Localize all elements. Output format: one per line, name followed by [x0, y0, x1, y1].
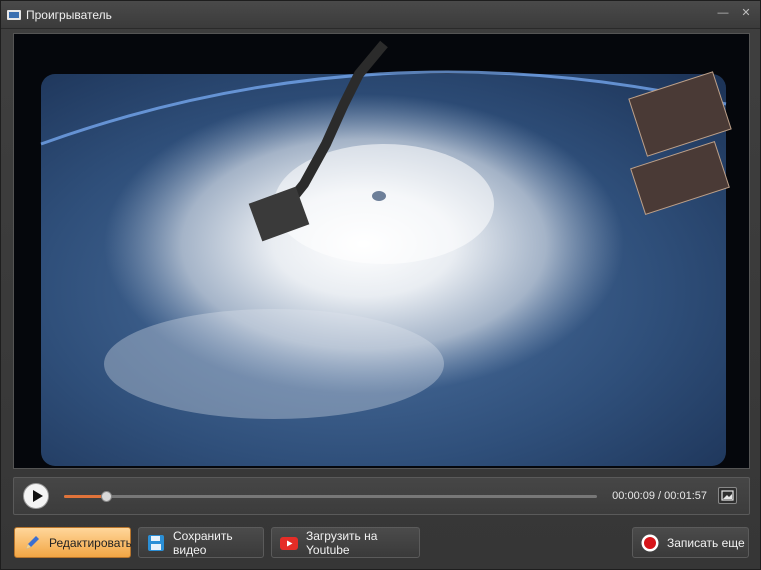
minimize-icon[interactable]: — — [715, 5, 731, 21]
edit-button[interactable]: Редактировать — [14, 527, 132, 558]
time-display: 00:00:09 / 00:01:57 — [612, 490, 707, 502]
playback-controls: 00:00:09 / 00:01:57 — [13, 477, 750, 515]
progress-fill — [64, 495, 107, 498]
play-button[interactable] — [23, 483, 49, 509]
window-title: Проигрыватель — [26, 8, 112, 22]
record-again-label: Записать еще — [667, 535, 745, 550]
video-frame[interactable] — [13, 33, 750, 469]
floppy-disk-icon — [148, 534, 164, 551]
progress-track[interactable] — [64, 491, 597, 502]
player-window: Проигрыватель — ✕ 00:00:09 / 00:01:57 Ре… — [0, 0, 761, 570]
time-separator: / — [658, 490, 662, 502]
close-icon[interactable]: ✕ — [738, 5, 754, 21]
snapshot-button[interactable] — [718, 487, 737, 504]
snapshot-icon — [721, 490, 734, 501]
current-time: 00:00:09 — [612, 490, 655, 502]
play-icon — [33, 490, 43, 502]
app-icon — [7, 8, 21, 20]
record-again-button[interactable]: Записать еще — [632, 527, 749, 558]
video-image — [14, 34, 749, 468]
title-bar: Проигрыватель — ✕ — [1, 1, 760, 29]
upload-youtube-label: Загрузить на Youtube — [306, 528, 378, 557]
youtube-icon — [280, 536, 298, 550]
edit-label: Редактировать — [49, 535, 132, 550]
save-video-button[interactable]: Сохранить видео — [138, 527, 264, 558]
save-video-label: Сохранить видео — [173, 528, 233, 557]
record-icon — [641, 534, 659, 551]
upload-youtube-button[interactable]: Загрузить на Youtube — [271, 527, 420, 558]
progress-thumb[interactable] — [101, 491, 113, 502]
pencil-icon — [26, 535, 39, 549]
total-time: 00:01:57 — [664, 490, 707, 502]
